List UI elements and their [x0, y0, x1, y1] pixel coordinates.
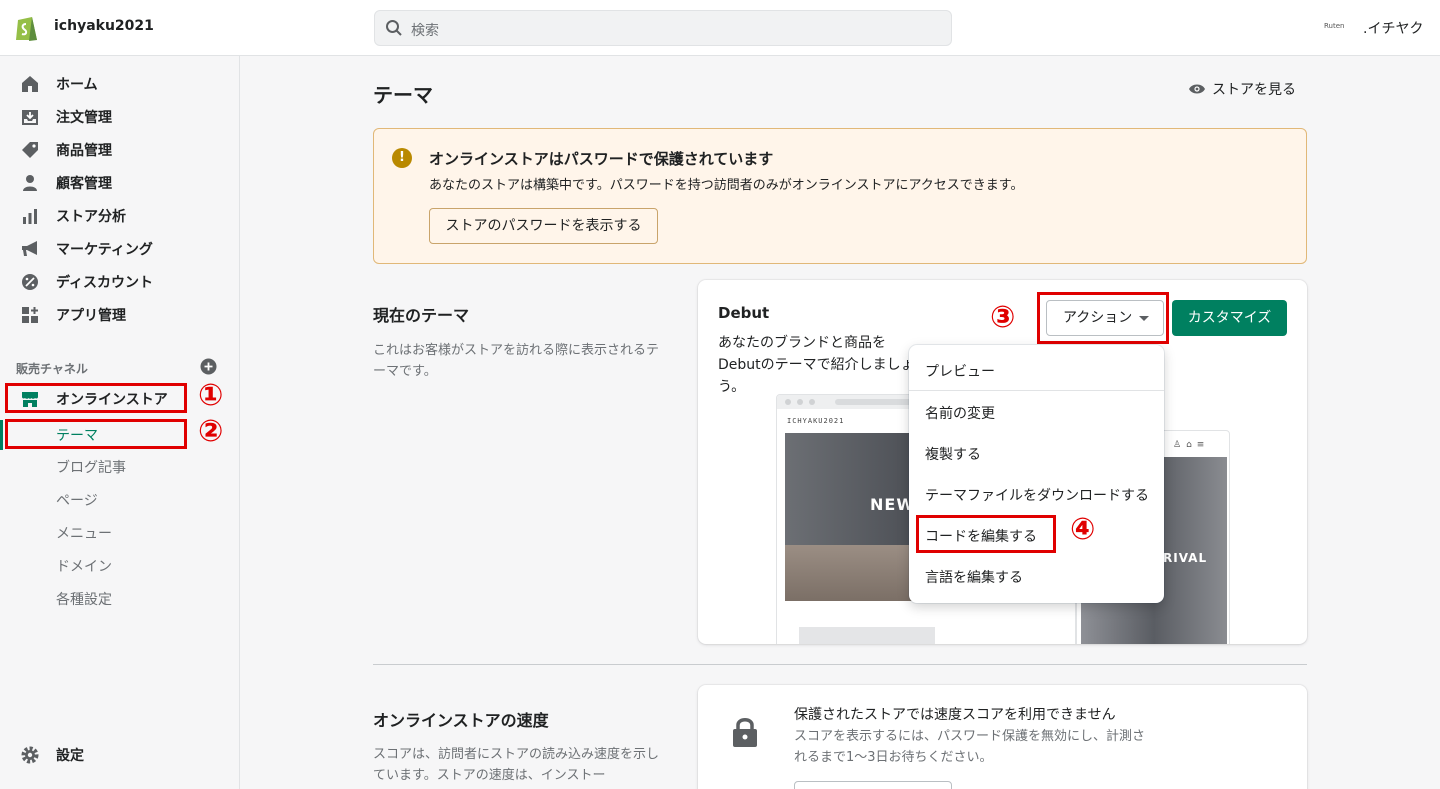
speed-unavailable-title: 保護されたストアでは速度スコアを利用できません	[794, 707, 1116, 723]
menu-item-edit-languages[interactable]: 言語を編集する	[925, 567, 1023, 587]
sidebar-item-home[interactable]: ホーム	[20, 72, 98, 96]
active-indicator	[0, 420, 3, 450]
sidebar-subitem-navigation[interactable]: メニュー	[56, 523, 112, 543]
analytics-icon	[23, 209, 37, 224]
section-divider	[373, 664, 1307, 665]
sidebar-item-label: アプリ管理	[56, 308, 126, 324]
sidebar-item-orders[interactable]: 注文管理	[20, 105, 112, 129]
store-name[interactable]: ichyaku2021	[54, 18, 154, 34]
sidebar-subitem-preferences[interactable]: 各種設定	[56, 589, 112, 609]
shopify-logo-icon[interactable]	[14, 13, 40, 42]
sidebar-item-label: 顧客管理	[56, 176, 112, 192]
browser-dot	[809, 399, 815, 405]
sidebar-item-analytics[interactable]: ストア分析	[20, 204, 126, 228]
discount-icon	[22, 274, 38, 290]
gear-icon	[21, 746, 39, 764]
sidebar-item-apps[interactable]: アプリ管理	[20, 303, 126, 327]
speed-section-description: スコアは、訪問者にストアの読み込み速度を示しています。ストアの速度は、インストー	[373, 747, 660, 783]
browser-dot	[785, 399, 791, 405]
sidebar-item-discounts[interactable]: ディスカウント	[20, 270, 153, 294]
add-channel-icon[interactable]	[200, 358, 217, 375]
sidebar-item-label: 商品管理	[56, 143, 112, 159]
sales-channels-heading: 販売チャネル	[16, 362, 88, 376]
sidebar-item-settings[interactable]: 設定	[20, 745, 84, 765]
banner-title: オンラインストアはパスワードで保護されています	[429, 150, 774, 168]
annotation-box-themes	[5, 419, 187, 449]
megaphone-icon	[22, 241, 37, 256]
password-warning-banner: ! オンラインストアはパスワードで保護されています あなたのストアは構築中です。…	[373, 128, 1307, 264]
sidebar-item-customers[interactable]: 顧客管理	[20, 171, 112, 195]
show-password-button[interactable]: ストアのパスワードを表示する	[429, 208, 658, 244]
menu-divider	[909, 390, 1164, 391]
sidebar-item-label: 設定	[56, 748, 84, 764]
menu-item-download-theme[interactable]: テーマファイルをダウンロードする	[925, 485, 1149, 505]
speed-action-button[interactable]	[794, 781, 952, 789]
sidebar-item-label: 注文管理	[56, 110, 112, 126]
speed-unavailable-description: スコアを表示するには、パスワード保護を無効にし、計測されるまで1〜3日お待ちくだ…	[794, 729, 1146, 765]
search-input[interactable]: 検索	[374, 10, 952, 46]
sidebar-item-label: ホーム	[56, 77, 98, 93]
sidebar-subitem-domains[interactable]: ドメイン	[56, 556, 112, 576]
page-title: テーマ	[373, 83, 433, 107]
person-icon	[23, 175, 37, 191]
search-placeholder: 検索	[411, 23, 439, 39]
home-icon	[22, 76, 38, 92]
theme-description: あなたのブランドと商品をDebutのテーマで紹介しましょう。	[718, 335, 915, 395]
preview-brand: ICHYAKU2021	[787, 417, 845, 425]
sidebar-item-label: ストア分析	[56, 209, 126, 225]
annotation-number-1: ①	[198, 378, 224, 413]
menu-item-preview[interactable]: プレビュー	[925, 361, 995, 381]
menu-item-duplicate[interactable]: 複製する	[925, 444, 981, 464]
search-icon	[386, 20, 402, 36]
browser-dot	[797, 399, 803, 405]
banner-text: あなたのストアは構築中です。パスワードを持つ訪問者のみがオンラインストアにアクセ…	[429, 178, 1024, 193]
annotation-box-actions	[1037, 292, 1169, 344]
preview-placeholder-block	[799, 627, 935, 644]
lock-icon	[733, 718, 757, 747]
sidebar-item-label: ディスカウント	[56, 275, 154, 291]
annotation-number-2: ②	[198, 414, 224, 449]
sidebar-subitem-pages[interactable]: ページ	[56, 490, 98, 510]
tag-icon	[22, 142, 38, 158]
sidebar-item-products[interactable]: 商品管理	[20, 138, 112, 162]
current-theme-description: これはお客様がストアを訪れる際に表示されるテーマです。	[373, 343, 660, 379]
menu-item-rename[interactable]: 名前の変更	[925, 403, 995, 423]
customize-button[interactable]: カスタマイズ	[1172, 300, 1287, 336]
account-name[interactable]: .イチヤク	[1363, 18, 1423, 38]
annotation-number-4: ④	[1070, 512, 1096, 547]
theme-name: Debut	[718, 304, 770, 322]
current-theme-heading: 現在のテーマ	[373, 306, 470, 325]
account-logo: Ruten	[1324, 22, 1345, 30]
speed-heading: オンラインストアの速度	[373, 711, 549, 730]
warning-icon: !	[392, 148, 412, 168]
annotation-box-edit-code	[916, 515, 1056, 553]
sidebar-item-marketing[interactable]: マーケティング	[20, 237, 153, 261]
sidebar-subitem-blog-posts[interactable]: ブログ記事	[56, 457, 126, 477]
view-store-link[interactable]: ストアを見る	[1188, 79, 1296, 99]
apps-icon	[22, 307, 38, 323]
sidebar-item-label: マーケティング	[56, 242, 153, 258]
annotation-number-3: ③	[990, 300, 1016, 335]
speed-card: 保護されたストアでは速度スコアを利用できません スコアを表示するには、パスワード…	[698, 685, 1307, 789]
eye-icon	[1189, 84, 1205, 94]
actions-menu: プレビュー 名前の変更 複製する テーマファイルをダウンロードする コードを編集…	[909, 345, 1164, 603]
view-store-label: ストアを見る	[1212, 82, 1296, 98]
annotation-box-online-store	[5, 383, 187, 413]
preview-mobile-hero-text: RIVAL	[1163, 551, 1208, 565]
orders-icon	[22, 110, 38, 125]
top-bar: ichyaku2021 検索 Ruten .イチヤク	[0, 0, 1440, 56]
preview-header-icons: ♙⌂≡	[1173, 440, 1210, 450]
